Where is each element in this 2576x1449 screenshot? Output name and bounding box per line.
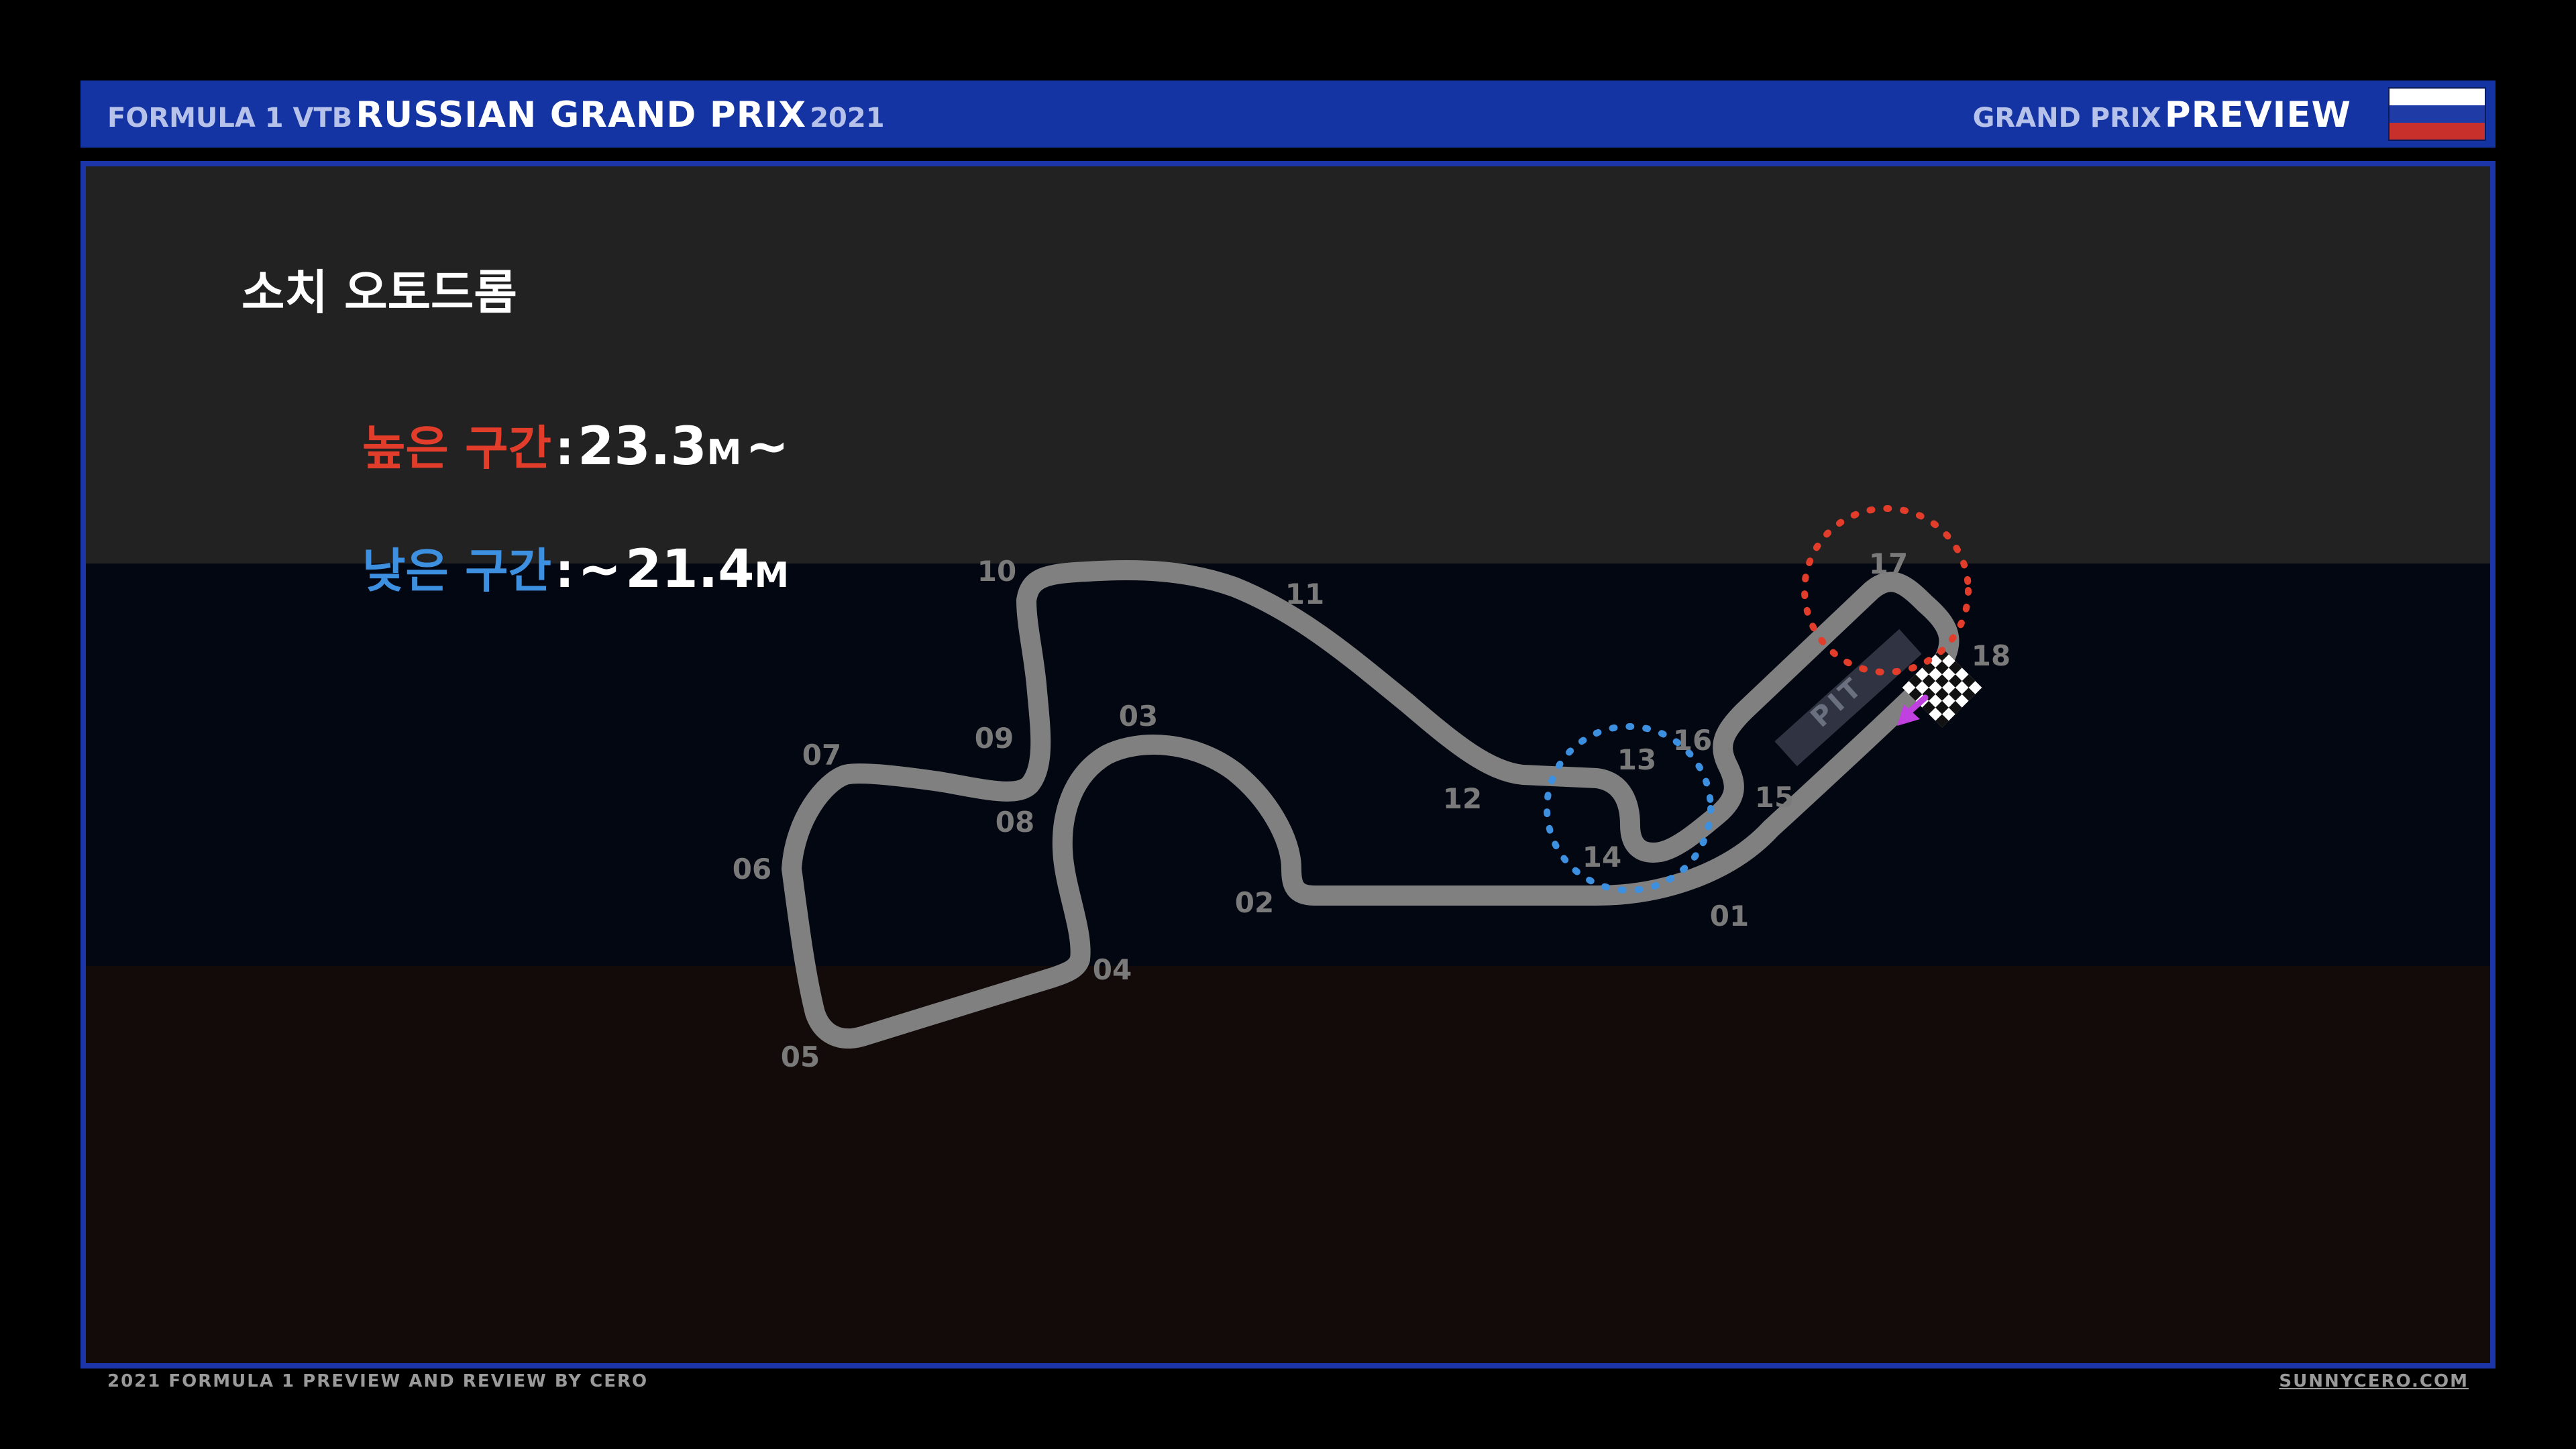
turn-label: 02 [1235,886,1274,919]
turn-label: 11 [1285,578,1324,610]
footer-link[interactable]: SUNNYCERO.COM [2279,1371,2469,1391]
high-section-separator: : [555,421,574,476]
turn-label: 08 [996,806,1034,839]
high-section-label: 높은 구간 [362,421,551,476]
circuit-title: 소치 오토드롬 [241,265,517,320]
turn-label: 14 [1582,841,1621,873]
turn-label: 05 [781,1040,820,1073]
turn-label: 07 [802,739,841,771]
turn-label: 01 [1710,900,1749,932]
footer-credit: 2021 FORMULA 1 PREVIEW AND REVIEW BY CER… [107,1371,649,1391]
turn-label: 17 [1869,547,1908,580]
turn-label: 03 [1119,700,1158,733]
low-section-legend: 낮은 구간 : ~ 21.4M [362,533,789,601]
track-map: PIT 01 02 03 04 05 06 07 08 09 10 11 12 … [733,505,2010,1073]
low-section-value: 21.4 [625,539,755,600]
turn-label: 12 [1443,782,1482,815]
high-section-legend: 높은 구간 : 23.3M ~ [362,411,789,478]
turn-label: 15 [1755,781,1794,814]
turn-label: 09 [975,722,1014,755]
low-section-label: 낮은 구간 [362,543,551,598]
low-section-separator: : [555,543,574,598]
low-section-prefix: ~ [578,539,622,600]
high-section-unit: M [706,433,742,473]
low-section-unit: M [754,555,790,596]
turn-label: 10 [977,555,1016,588]
high-section-suffix: ~ [745,417,790,477]
turn-label: 16 [1673,724,1712,757]
turn-label: 06 [733,853,771,885]
turn-label: 18 [1972,639,2010,672]
high-section-value: 23.3 [578,417,707,477]
turn-label: 13 [1617,743,1656,776]
turn-label: 04 [1093,953,1132,986]
